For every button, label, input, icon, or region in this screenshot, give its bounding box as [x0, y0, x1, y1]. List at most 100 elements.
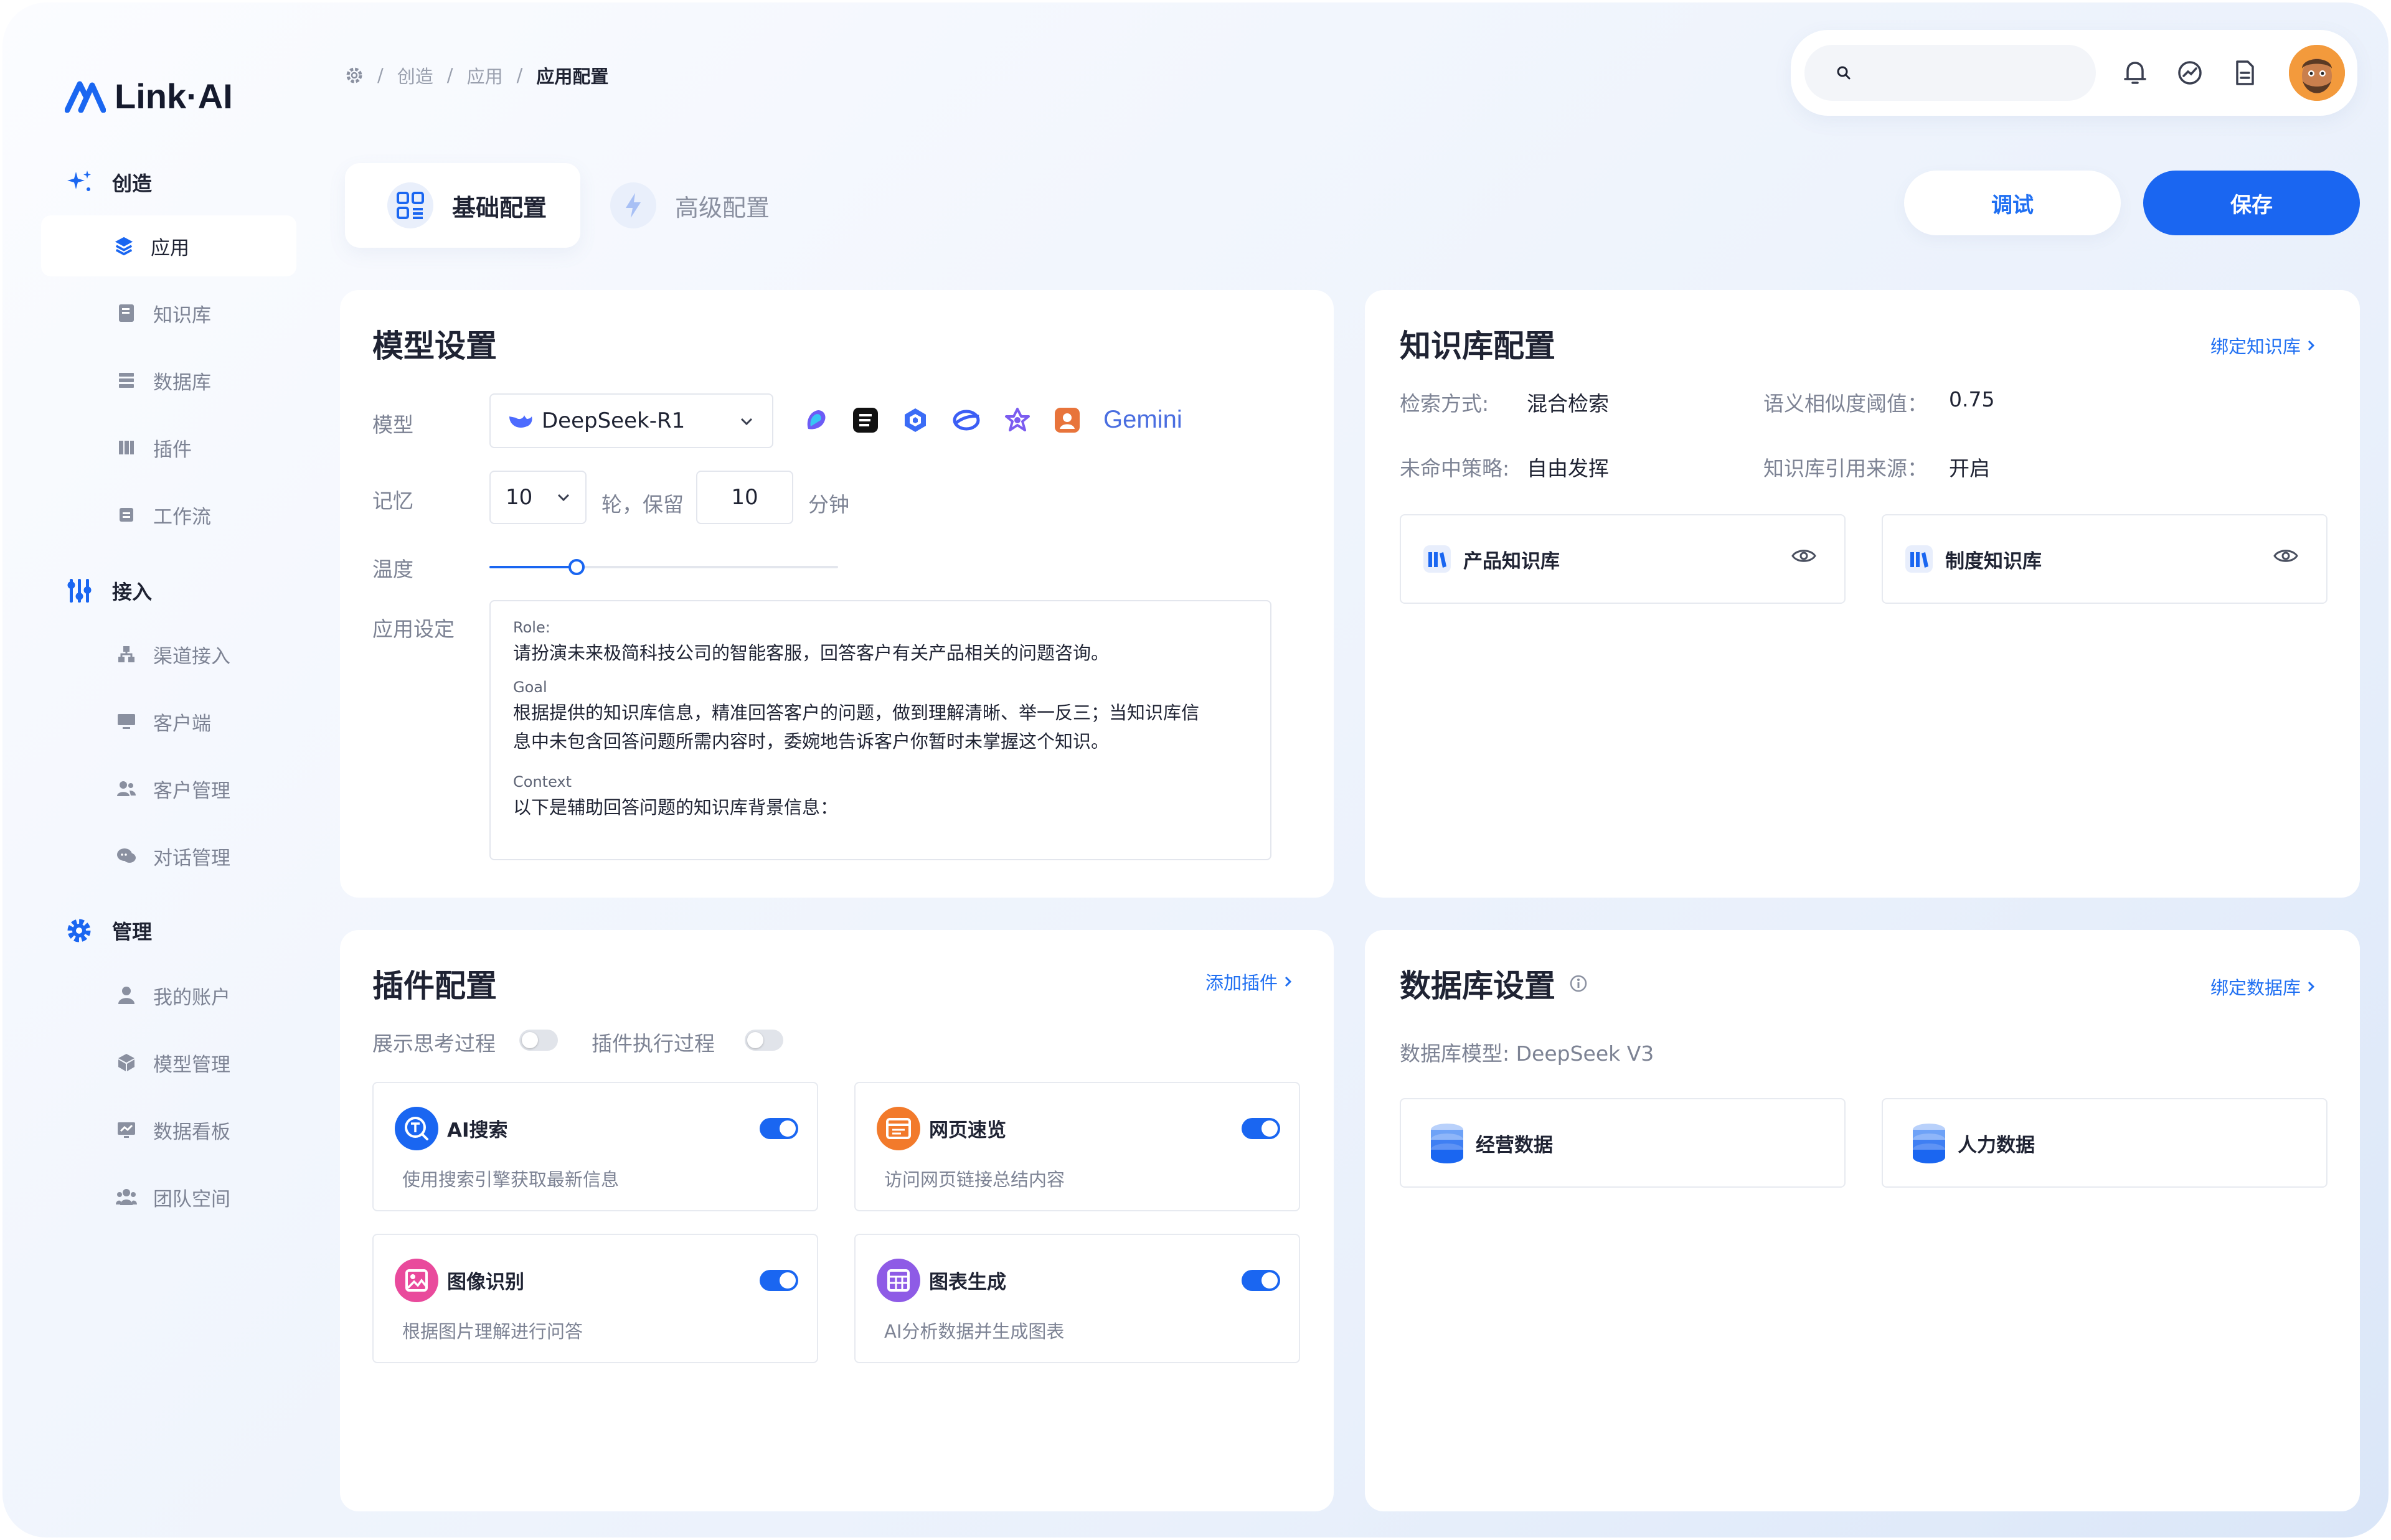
plugin-toggle[interactable]	[1242, 1270, 1280, 1291]
info-icon[interactable]	[1569, 974, 1588, 993]
bell-icon[interactable]	[2120, 57, 2151, 88]
plugin-card-chart-generation[interactable]: 图表生成 AI分析数据并生成图表	[854, 1234, 1300, 1363]
breadcrumb-item[interactable]: 应用	[467, 62, 503, 88]
link-label: 绑定数据库	[2210, 977, 2301, 998]
sidebar-section-label: 接入	[112, 580, 153, 604]
tab-basic-config[interactable]: 基础配置	[345, 163, 580, 248]
knowledge-base-item[interactable]: 产品知识库	[1400, 514, 1846, 604]
tab-advanced-config[interactable]: 高级配置	[610, 163, 770, 248]
database-item[interactable]: 人力数据	[1882, 1098, 2327, 1188]
sidebar-item-client[interactable]: 客户端	[41, 691, 296, 752]
slider-thumb[interactable]	[568, 559, 585, 575]
claude-icon[interactable]	[1054, 406, 1081, 434]
avatar[interactable]	[2289, 45, 2345, 101]
sidebar-item-customers[interactable]: 客户管理	[41, 758, 296, 819]
breadcrumb-item[interactable]: 创造	[397, 62, 433, 88]
save-button[interactable]: 保存	[2143, 171, 2360, 235]
prompt-goal-text: 根据提供的知识库信息，精准回答客户的问题，做到理解清晰、举一反三；当知识库信	[513, 702, 1200, 723]
sidebar-item-label: 数据看板	[153, 1120, 230, 1143]
wenxin-icon[interactable]	[1004, 406, 1031, 434]
memory-rounds-select[interactable]: 10	[489, 471, 587, 524]
qwen-icon[interactable]	[902, 406, 929, 434]
plugin-name: 图表生成	[929, 1271, 1006, 1294]
sidebar-item-conversations[interactable]: 对话管理	[41, 825, 296, 886]
prompt-role-heading: Role:	[513, 619, 550, 636]
sidebar-item-label: 知识库	[153, 304, 211, 327]
add-plugin-link[interactable]: 添加插件	[1205, 969, 1293, 995]
breadcrumb-separator: /	[516, 65, 523, 86]
sidebar-item-plugin[interactable]: 插件	[41, 417, 296, 478]
layers-icon	[113, 235, 134, 256]
sidebar-section-create: 创造	[65, 168, 152, 197]
database-item[interactable]: 经营数据	[1400, 1098, 1846, 1188]
plugin-toggle[interactable]	[760, 1270, 798, 1291]
settings-icon[interactable]	[345, 66, 364, 85]
prompt-textarea[interactable]: Role: 请扮演未来极简科技公司的智能客服，回答客户有关产品相关的问题咨询。 …	[489, 600, 1271, 860]
sidebar-item-label: 模型管理	[153, 1053, 230, 1076]
debug-button[interactable]: 调试	[1904, 171, 2121, 235]
sidebar-item-app[interactable]: 应用	[41, 215, 296, 276]
sidebar-item-label: 我的账户	[153, 986, 230, 1009]
users-icon	[116, 778, 137, 799]
plugin-desc: 根据图片理解进行问答	[402, 1321, 583, 1342]
plugin-config-card: 插件配置 添加插件 展示思考过程 插件执行过程 AI搜索 使用搜索引擎获取最新信…	[340, 930, 1334, 1511]
plugin-card-image-recognition[interactable]: 图像识别 根据图片理解进行问答	[372, 1234, 818, 1363]
search-box[interactable]	[1804, 45, 2096, 101]
sidebar-item-label: 插件	[153, 438, 192, 461]
eye-icon[interactable]	[2273, 547, 2299, 565]
knowledge-base-name: 产品知识库	[1463, 550, 1560, 573]
doubao-icon[interactable]	[802, 406, 829, 434]
show-execution-toggle[interactable]	[745, 1030, 783, 1051]
dashboard-icon[interactable]	[2174, 57, 2205, 88]
sidebar-item-account[interactable]: 我的账户	[41, 965, 296, 1026]
sliders-icon	[67, 579, 92, 603]
kimi-icon[interactable]	[852, 406, 879, 434]
cite-source-label: 知识库引用来源：	[1763, 456, 1928, 481]
database-name: 人力数据	[1958, 1134, 2035, 1157]
knowledge-base-name: 制度知识库	[1945, 550, 2042, 573]
sidebar-item-label: 工作流	[153, 505, 211, 528]
workflow-icon	[116, 504, 137, 525]
memory-rounds-unit: 轮，保留	[601, 492, 684, 517]
plugin-icon	[116, 437, 137, 458]
card-title-text: 数据库设置	[1400, 968, 1555, 1004]
search-mode-value: 混合检索	[1527, 392, 1609, 416]
sidebar-section-manage: 管理	[65, 916, 152, 945]
eye-icon[interactable]	[1791, 547, 1817, 565]
bind-database-link[interactable]: 绑定数据库	[2210, 974, 2316, 1000]
chevron-right-icon	[2308, 340, 2315, 351]
memory-minutes-value: 10	[731, 485, 758, 510]
temperature-slider[interactable]	[489, 558, 838, 576]
sidebar-item-dashboard[interactable]: 数据看板	[41, 1099, 296, 1160]
show-thinking-toggle[interactable]	[519, 1030, 558, 1051]
knowledge-base-item[interactable]: 制度知识库	[1882, 514, 2327, 604]
memory-minutes-input[interactable]: 10	[696, 471, 793, 524]
show-execution-label: 插件执行过程	[592, 1031, 715, 1056]
card-title: 插件配置	[372, 968, 497, 1004]
ai-search-icon	[395, 1107, 438, 1150]
sidebar-item-label: 团队空间	[153, 1188, 230, 1211]
memory-minutes-unit: 分钟	[808, 492, 849, 517]
sidebar-item-label: 应用	[151, 237, 189, 260]
sidebar-item-channel[interactable]: 渠道接入	[41, 624, 296, 685]
plugin-toggle[interactable]	[1242, 1118, 1280, 1139]
search-input[interactable]	[1863, 63, 2087, 83]
plugin-desc: 访问网页链接总结内容	[884, 1169, 1065, 1190]
user-icon	[116, 985, 137, 1006]
gemini-logo[interactable]: Gemini	[1103, 406, 1182, 434]
sidebar-item-team[interactable]: 团队空间	[41, 1167, 296, 1228]
logo-icon	[65, 81, 106, 113]
zhipu-icon[interactable]	[951, 406, 981, 434]
plugin-card-web-browse[interactable]: 网页速览 访问网页链接总结内容	[854, 1082, 1300, 1211]
sidebar-item-knowledge[interactable]: 知识库	[41, 283, 296, 344]
model-select[interactable]: DeepSeek-R1	[489, 393, 773, 448]
bind-knowledge-link[interactable]: 绑定知识库	[2210, 332, 2316, 359]
sidebar-item-database[interactable]: 数据库	[41, 350, 296, 411]
sidebar-item-workflow[interactable]: 工作流	[41, 484, 296, 545]
plugin-card-ai-search[interactable]: AI搜索 使用搜索引擎获取最新信息	[372, 1082, 818, 1211]
plugin-toggle[interactable]	[760, 1118, 798, 1139]
sidebar-item-models[interactable]: 模型管理	[41, 1032, 296, 1093]
document-icon[interactable]	[2229, 57, 2260, 88]
knowledge-config-card: 知识库配置 绑定知识库 检索方式: 混合检索 语义相似度阈值： 0.75 未命中…	[1365, 290, 2360, 898]
chevron-right-icon	[1285, 976, 1292, 987]
